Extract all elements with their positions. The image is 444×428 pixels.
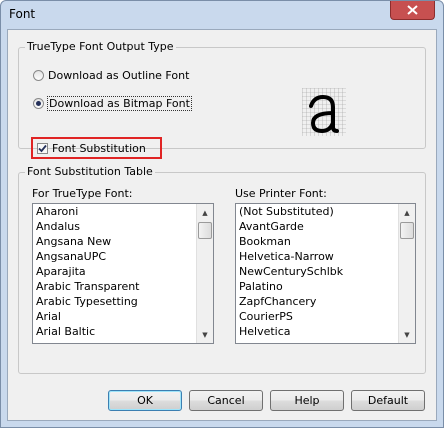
list-item[interactable]: Aharoni: [33, 204, 196, 219]
printer-list-scrollbar[interactable]: ▲ ▼: [398, 204, 415, 343]
scroll-up-arrow-icon[interactable]: ▲: [197, 204, 213, 221]
list-item[interactable]: Arial Baltic: [33, 324, 196, 339]
list-item[interactable]: Arial: [33, 309, 196, 324]
list-item[interactable]: Angsana New: [33, 234, 196, 249]
list-item[interactable]: Andalus: [33, 219, 196, 234]
substitution-table-group: Font Substitution Table For TrueType Fon…: [18, 165, 426, 374]
scroll-up-arrow-icon[interactable]: ▲: [399, 204, 415, 221]
list-item[interactable]: AngsanaUPC: [33, 249, 196, 264]
bitmap-font-radio-row[interactable]: Download as Bitmap Font: [33, 95, 192, 111]
list-item[interactable]: Palatino: [236, 279, 398, 294]
substitution-table-group-label: Font Substitution Table: [25, 165, 155, 179]
printer-font-items: (Not Substituted) AvantGarde Bookman Hel…: [236, 204, 398, 339]
close-button[interactable]: [390, 1, 435, 20]
ok-button[interactable]: OK: [108, 390, 182, 411]
dialog-client-area: TrueType Font Output Type Download as Ou…: [7, 29, 437, 421]
outline-font-radio[interactable]: [33, 69, 44, 81]
list-item[interactable]: (Not Substituted): [236, 204, 398, 219]
close-icon: [407, 5, 418, 15]
outline-font-label: Download as Outline Font: [48, 68, 190, 82]
font-substitution-checkbox-row[interactable]: Font Substitution: [31, 137, 162, 159]
truetype-font-items: Aharoni Andalus Angsana New AngsanaUPC A…: [33, 204, 196, 339]
scroll-down-arrow-icon[interactable]: ▼: [399, 326, 415, 343]
printer-list-label: Use Printer Font:: [235, 187, 327, 200]
output-type-group: TrueType Font Output Type Download as Ou…: [18, 40, 426, 159]
truetype-font-listbox[interactable]: Aharoni Andalus Angsana New AngsanaUPC A…: [32, 203, 214, 344]
list-item[interactable]: Aparajita: [33, 264, 196, 279]
scroll-down-arrow-icon[interactable]: ▼: [197, 326, 213, 343]
cancel-button[interactable]: Cancel: [189, 390, 263, 411]
list-item[interactable]: Helvetica-Narrow: [236, 249, 398, 264]
list-item[interactable]: Arabic Transparent: [33, 279, 196, 294]
default-button[interactable]: Default: [351, 390, 425, 411]
printer-font-listbox[interactable]: (Not Substituted) AvantGarde Bookman Hel…: [235, 203, 416, 344]
list-item[interactable]: ZapfChancery: [236, 294, 398, 309]
title-bar: Font: [1, 1, 443, 28]
font-dialog-window: Font TrueType Font Output Type Download …: [0, 0, 444, 428]
list-item[interactable]: Arabic Typesetting: [33, 294, 196, 309]
window-title: Font: [9, 7, 36, 21]
list-item[interactable]: Bookman: [236, 234, 398, 249]
font-substitution-checkbox[interactable]: [37, 142, 48, 154]
checkmark-icon: [38, 144, 47, 152]
list-item[interactable]: AvantGarde: [236, 219, 398, 234]
output-type-group-label: TrueType Font Output Type: [25, 40, 176, 54]
truetype-list-label: For TrueType Font:: [32, 187, 133, 200]
truetype-list-scrollbar[interactable]: ▲ ▼: [196, 204, 213, 343]
scroll-thumb[interactable]: [400, 222, 414, 239]
help-button[interactable]: Help: [270, 390, 344, 411]
list-item[interactable]: CourierPS: [236, 309, 398, 324]
bitmap-font-label: Download as Bitmap Font: [47, 95, 192, 111]
list-item[interactable]: NewCenturySchlbk: [236, 264, 398, 279]
list-item[interactable]: Helvetica: [236, 324, 398, 339]
bitmap-font-radio[interactable]: [33, 97, 44, 109]
font-substitution-label: Font Substitution: [52, 141, 146, 155]
outline-font-radio-row[interactable]: Download as Outline Font: [33, 67, 189, 83]
bitmap-font-preview-icon: [302, 88, 346, 136]
scroll-thumb[interactable]: [198, 222, 212, 239]
